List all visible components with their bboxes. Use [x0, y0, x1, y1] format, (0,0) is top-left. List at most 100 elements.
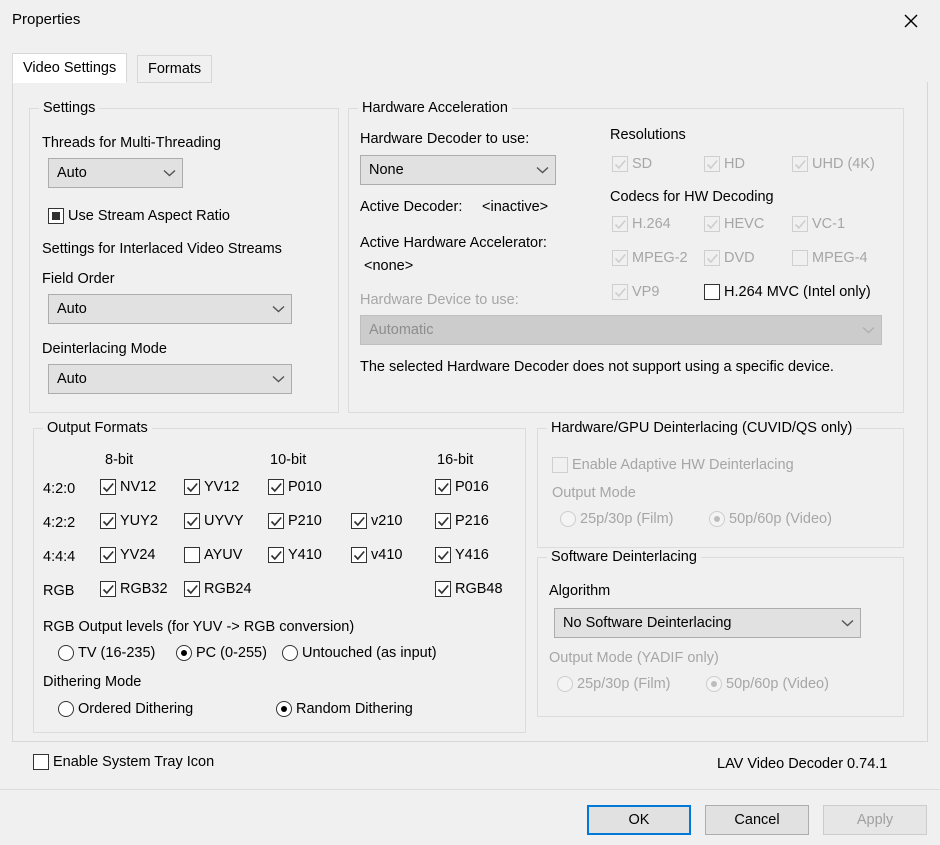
- use-stream-aspect-ratio-checkbox[interactable]: Use Stream Aspect Ratio: [48, 208, 230, 224]
- algorithm-label: Algorithm: [549, 583, 610, 599]
- close-icon[interactable]: [890, 4, 932, 38]
- settings-group: Settings Threads for Multi-Threading Aut…: [29, 108, 339, 413]
- resolution-uhd-checkbox[interactable]: UHD (4K): [792, 156, 875, 172]
- codec-h264-checkbox[interactable]: H.264: [612, 216, 671, 232]
- format-v410-checkbox[interactable]: v410: [351, 547, 402, 563]
- hw-decoder-combobox[interactable]: None: [360, 155, 556, 185]
- enable-system-tray-icon-checkbox[interactable]: Enable System Tray Icon: [33, 754, 214, 770]
- checkbox-box: [792, 250, 808, 266]
- cancel-button-label: Cancel: [734, 812, 779, 828]
- sw-deinterlacing-group: Software Deinterlacing Algorithm No Soft…: [537, 557, 904, 717]
- threads-label: Threads for Multi-Threading: [42, 135, 221, 151]
- dithering-random-radio[interactable]: Random Dithering: [276, 701, 413, 717]
- resolution-sd-label: SD: [632, 156, 652, 172]
- resolution-hd-checkbox[interactable]: HD: [704, 156, 745, 172]
- dithering-mode-label: Dithering Mode: [43, 674, 141, 690]
- version-text: LAV Video Decoder 0.74.1: [717, 756, 887, 772]
- apply-button[interactable]: Apply: [823, 805, 927, 835]
- active-decoder-label: Active Decoder:: [360, 199, 462, 215]
- output-formats-group: Output Formats 8-bit 10-bit 16-bit 4:2:0…: [33, 428, 526, 733]
- codec-vp9-label: VP9: [632, 284, 659, 300]
- hw-output-mode-label: Output Mode: [552, 485, 636, 501]
- radio-circle: [557, 676, 573, 692]
- codec-mpeg4-checkbox[interactable]: MPEG-4: [792, 250, 868, 266]
- output-formats-legend: Output Formats: [43, 420, 152, 436]
- codec-mpeg2-checkbox[interactable]: MPEG-2: [612, 250, 688, 266]
- format-rgb24-checkbox[interactable]: RGB24: [184, 581, 252, 597]
- radio-circle: [176, 645, 192, 661]
- hw-decoder-label: Hardware Decoder to use:: [360, 131, 529, 147]
- deinterlacing-mode-label: Deinterlacing Mode: [42, 341, 167, 357]
- cancel-button[interactable]: Cancel: [705, 805, 809, 835]
- tab-strip: Video Settings Formats: [12, 55, 928, 83]
- hw-device-combobox[interactable]: Automatic: [360, 315, 882, 345]
- settings-group-legend: Settings: [39, 100, 99, 116]
- codec-h264-mvc-checkbox[interactable]: H.264 MVC (Intel only): [704, 284, 871, 300]
- format-rgb48-checkbox[interactable]: RGB48: [435, 581, 503, 597]
- radio-circle: [58, 645, 74, 661]
- hw-output-mode-film-radio[interactable]: 25p/30p (Film): [560, 511, 673, 527]
- resolution-sd-checkbox[interactable]: SD: [612, 156, 652, 172]
- format-uyvy-checkbox[interactable]: UYVY: [184, 513, 244, 529]
- tab-formats[interactable]: Formats: [137, 55, 212, 83]
- active-accelerator-label: Active Hardware Accelerator:: [360, 235, 547, 251]
- hw-device-combobox-value: Automatic: [361, 322, 855, 338]
- checkbox-box: [612, 216, 628, 232]
- properties-dialog: Properties Video Settings Formats Settin…: [0, 0, 940, 845]
- dithering-random-label: Random Dithering: [296, 701, 413, 717]
- deinterlacing-mode-combobox[interactable]: Auto: [48, 364, 292, 394]
- format-p010-checkbox[interactable]: P010: [268, 479, 322, 495]
- checkbox-box: [100, 513, 116, 529]
- checkbox-box: [100, 547, 116, 563]
- rgb-level-tv-label: TV (16-235): [78, 645, 155, 661]
- row-label-444: 4:4:4: [43, 549, 75, 565]
- format-y410-checkbox[interactable]: Y410: [268, 547, 322, 563]
- dithering-ordered-radio[interactable]: Ordered Dithering: [58, 701, 193, 717]
- active-decoder-value: <inactive>: [482, 199, 548, 215]
- codec-dvd-checkbox[interactable]: DVD: [704, 250, 755, 266]
- format-yuy2-checkbox[interactable]: YUY2: [100, 513, 158, 529]
- format-p216-checkbox[interactable]: P216: [435, 513, 489, 529]
- format-v210-checkbox[interactable]: v210: [351, 513, 402, 529]
- ok-button[interactable]: OK: [587, 805, 691, 835]
- hw-output-mode-video-radio[interactable]: 50p/60p (Video): [709, 511, 832, 527]
- radio-circle: [706, 676, 722, 692]
- rgb-level-pc-radio[interactable]: PC (0-255): [176, 645, 267, 661]
- checkbox-box: [792, 216, 808, 232]
- tab-video-settings[interactable]: Video Settings: [12, 53, 127, 83]
- format-rgb32-checkbox[interactable]: RGB32: [100, 581, 168, 597]
- checkbox-box: [184, 581, 200, 597]
- hardware-acceleration-group: Hardware Acceleration Hardware Decoder t…: [348, 108, 904, 413]
- codec-h264-label: H.264: [632, 216, 671, 232]
- use-stream-aspect-ratio-label: Use Stream Aspect Ratio: [68, 208, 230, 224]
- format-nv12-checkbox[interactable]: NV12: [100, 479, 156, 495]
- codecs-label: Codecs for HW Decoding: [610, 189, 774, 205]
- checkbox-box: [612, 156, 628, 172]
- format-nv12-label: NV12: [120, 479, 156, 495]
- checkbox-box: [435, 581, 451, 597]
- codec-vc1-checkbox[interactable]: VC-1: [792, 216, 845, 232]
- format-y416-checkbox[interactable]: Y416: [435, 547, 489, 563]
- sw-output-mode-video-radio[interactable]: 50p/60p (Video): [706, 676, 829, 692]
- checkbox-box: [184, 479, 200, 495]
- sw-output-mode-film-radio[interactable]: 25p/30p (Film): [557, 676, 670, 692]
- format-ayuv-checkbox[interactable]: AYUV: [184, 547, 242, 563]
- codec-vp9-checkbox[interactable]: VP9: [612, 284, 659, 300]
- algorithm-combobox[interactable]: No Software Deinterlacing: [554, 608, 861, 638]
- hw-decoder-combobox-value: None: [361, 162, 529, 178]
- format-p210-checkbox[interactable]: P210: [268, 513, 322, 529]
- enable-adaptive-hw-deinterlacing-checkbox[interactable]: Enable Adaptive HW Deinterlacing: [552, 457, 794, 473]
- resolutions-label: Resolutions: [610, 127, 686, 143]
- ok-button-label: OK: [629, 812, 650, 828]
- sw-output-mode-video-label: 50p/60p (Video): [726, 676, 829, 692]
- rgb-level-untouched-radio[interactable]: Untouched (as input): [282, 645, 437, 661]
- format-p016-checkbox[interactable]: P016: [435, 479, 489, 495]
- codec-hevc-checkbox[interactable]: HEVC: [704, 216, 764, 232]
- field-order-combobox[interactable]: Auto: [48, 294, 292, 324]
- rgb-level-tv-radio[interactable]: TV (16-235): [58, 645, 155, 661]
- format-yv12-checkbox[interactable]: YV12: [184, 479, 239, 495]
- rgb-output-levels-label: RGB Output levels (for YUV -> RGB conver…: [43, 619, 354, 635]
- radio-circle: [276, 701, 292, 717]
- format-yv24-checkbox[interactable]: YV24: [100, 547, 155, 563]
- threads-combobox[interactable]: Auto: [48, 158, 183, 188]
